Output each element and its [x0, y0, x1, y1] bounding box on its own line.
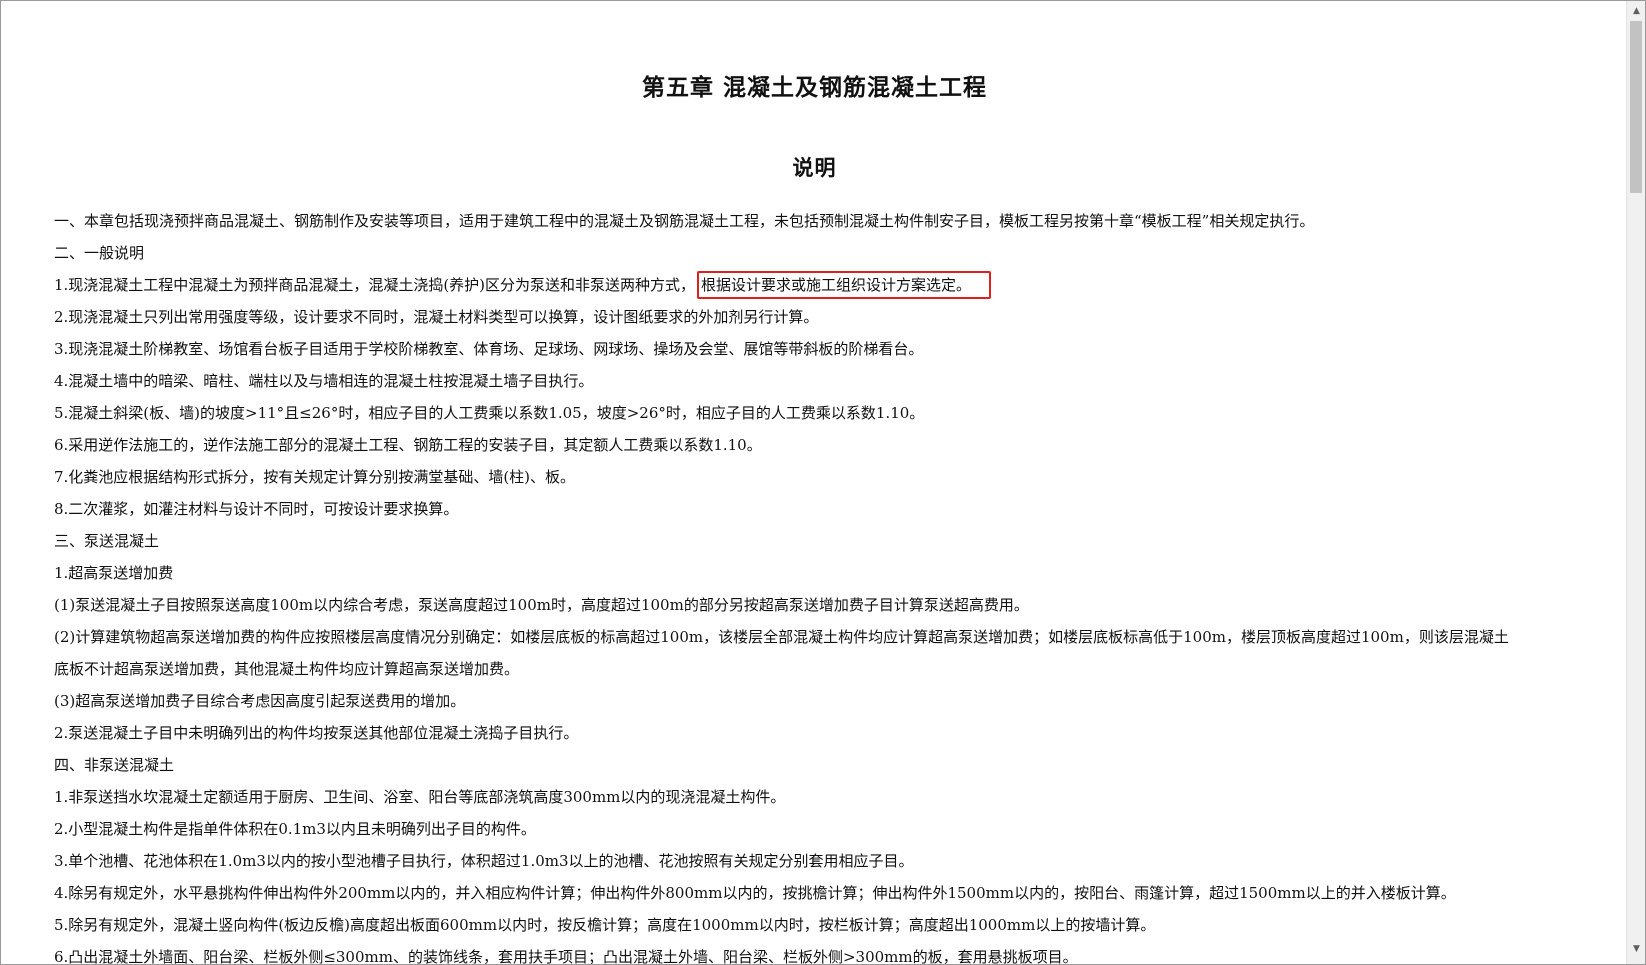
- paragraph-line: 1.非泵送挡水坎混凝土定额适用于厨房、卫生间、浴室、阳台等底部浇筑高度300mm…: [54, 788, 786, 806]
- document-viewer: 第五章 混凝土及钢筋混凝土工程 说明 一、本章包括现浇预拌商品混凝土、钢筋制作及…: [0, 0, 1646, 965]
- paragraph-line: 1.超高泵送增加费: [54, 564, 174, 582]
- highlighted-annotation: 根据设计要求或施工组织设计方案选定。: [697, 271, 992, 299]
- vertical-scrollbar[interactable]: ▲ ▼: [1626, 1, 1645, 964]
- scroll-up-arrow-icon[interactable]: ▲: [1627, 1, 1645, 20]
- paragraph-line: (1)泵送混凝土子目按照泵送高度100m以内综合考虑，泵送高度超过100m时，高…: [54, 596, 1029, 614]
- paragraph-line: 2.小型混凝土构件是指单件体积在0.1m3以内且未明确列出子目的构件。: [54, 820, 536, 838]
- paragraph-line: 1.现浇混凝土工程中混凝土为预拌商品混凝土，混凝土浇捣(养护)区分为泵送和非泵送…: [54, 269, 1584, 301]
- scrollbar-thumb[interactable]: [1630, 21, 1642, 193]
- paragraph-line: 3.现浇混凝土阶梯教室、场馆看台板子目适用于学校阶梯教室、体育场、足球场、网球场…: [54, 340, 924, 358]
- paragraph-line: 底板不计超高泵送增加费，其他混凝土构件均应计算超高泵送增加费。: [54, 660, 520, 678]
- scroll-down-arrow-icon[interactable]: ▼: [1627, 939, 1645, 958]
- paragraph-line: 四、非泵送混凝土: [54, 756, 175, 774]
- paragraph-line: 一、本章包括现浇预拌商品混凝土、钢筋制作及安装等项目，适用于建筑工程中的混凝土及…: [54, 212, 1315, 230]
- paragraph-line: 4.除另有规定外，水平悬挑构件伸出构件外200mm以内的，并入相应构件计算；伸出…: [54, 884, 1456, 902]
- document-page: 第五章 混凝土及钢筋混凝土工程 说明 一、本章包括现浇预拌商品混凝土、钢筋制作及…: [2, 2, 1627, 965]
- paragraph-line: 三、泵送混凝土: [54, 532, 160, 550]
- paragraph-line: 2.泵送混凝土子目中未明确列出的构件均按泵送其他部位混凝土浇捣子目执行。: [54, 724, 579, 742]
- paragraph-line: 5.混凝土斜梁(板、墙)的坡度>11°且≤26°时，相应子目的人工费乘以系数1.…: [54, 404, 925, 422]
- paragraph-line: 4.混凝土墙中的暗梁、暗柱、端柱以及与墙相连的混凝土柱按混凝土墙子目执行。: [54, 372, 594, 390]
- paragraph-line: 5.除另有规定外，混凝土竖向构件(板边反檐)高度超出板面600mm以内时，按反檐…: [54, 916, 1156, 934]
- document-body: 一、本章包括现浇预拌商品混凝土、钢筋制作及安装等项目，适用于建筑工程中的混凝土及…: [54, 205, 1584, 965]
- paragraph-line: 二、一般说明: [54, 244, 145, 262]
- paragraph-line: 7.化粪池应根据结构形式拆分，按有关规定计算分别按满堂基础、墙(柱)、板。: [54, 468, 576, 486]
- chapter-title: 第五章 混凝土及钢筋混凝土工程: [641, 74, 987, 101]
- paragraph-line: 8.二次灌浆，如灌注材料与设计不同时，可按设计要求换算。: [54, 500, 459, 518]
- paragraph-line: (2)计算建筑物超高泵送增加费的构件应按照楼层高度情况分别确定：如楼层底板的标高…: [54, 628, 1509, 646]
- paragraph-text: 1.现浇混凝土工程中混凝土为预拌商品混凝土，混凝土浇捣(养护)区分为泵送和非泵送…: [54, 276, 696, 294]
- paragraph-line: 3.单个池槽、花池体积在1.0m3以内的按小型池槽子目执行，体积超过1.0m3以…: [54, 852, 914, 870]
- paragraph-line: 2.现浇混凝土只列出常用强度等级，设计要求不同时，混凝土材料类型可以换算，设计图…: [54, 308, 819, 326]
- paragraph-line: 6.凸出混凝土外墙面、阳台梁、栏板外侧≤300mm、的装饰线条，套用扶手项目；凸…: [54, 948, 1078, 965]
- paragraph-line: 6.采用逆作法施工的，逆作法施工部分的混凝土工程、钢筋工程的安装子目，其定额人工…: [54, 436, 762, 454]
- paragraph-line: (3)超高泵送增加费子目综合考虑因高度引起泵送费用的增加。: [54, 692, 466, 710]
- section-title: 说明: [792, 155, 837, 180]
